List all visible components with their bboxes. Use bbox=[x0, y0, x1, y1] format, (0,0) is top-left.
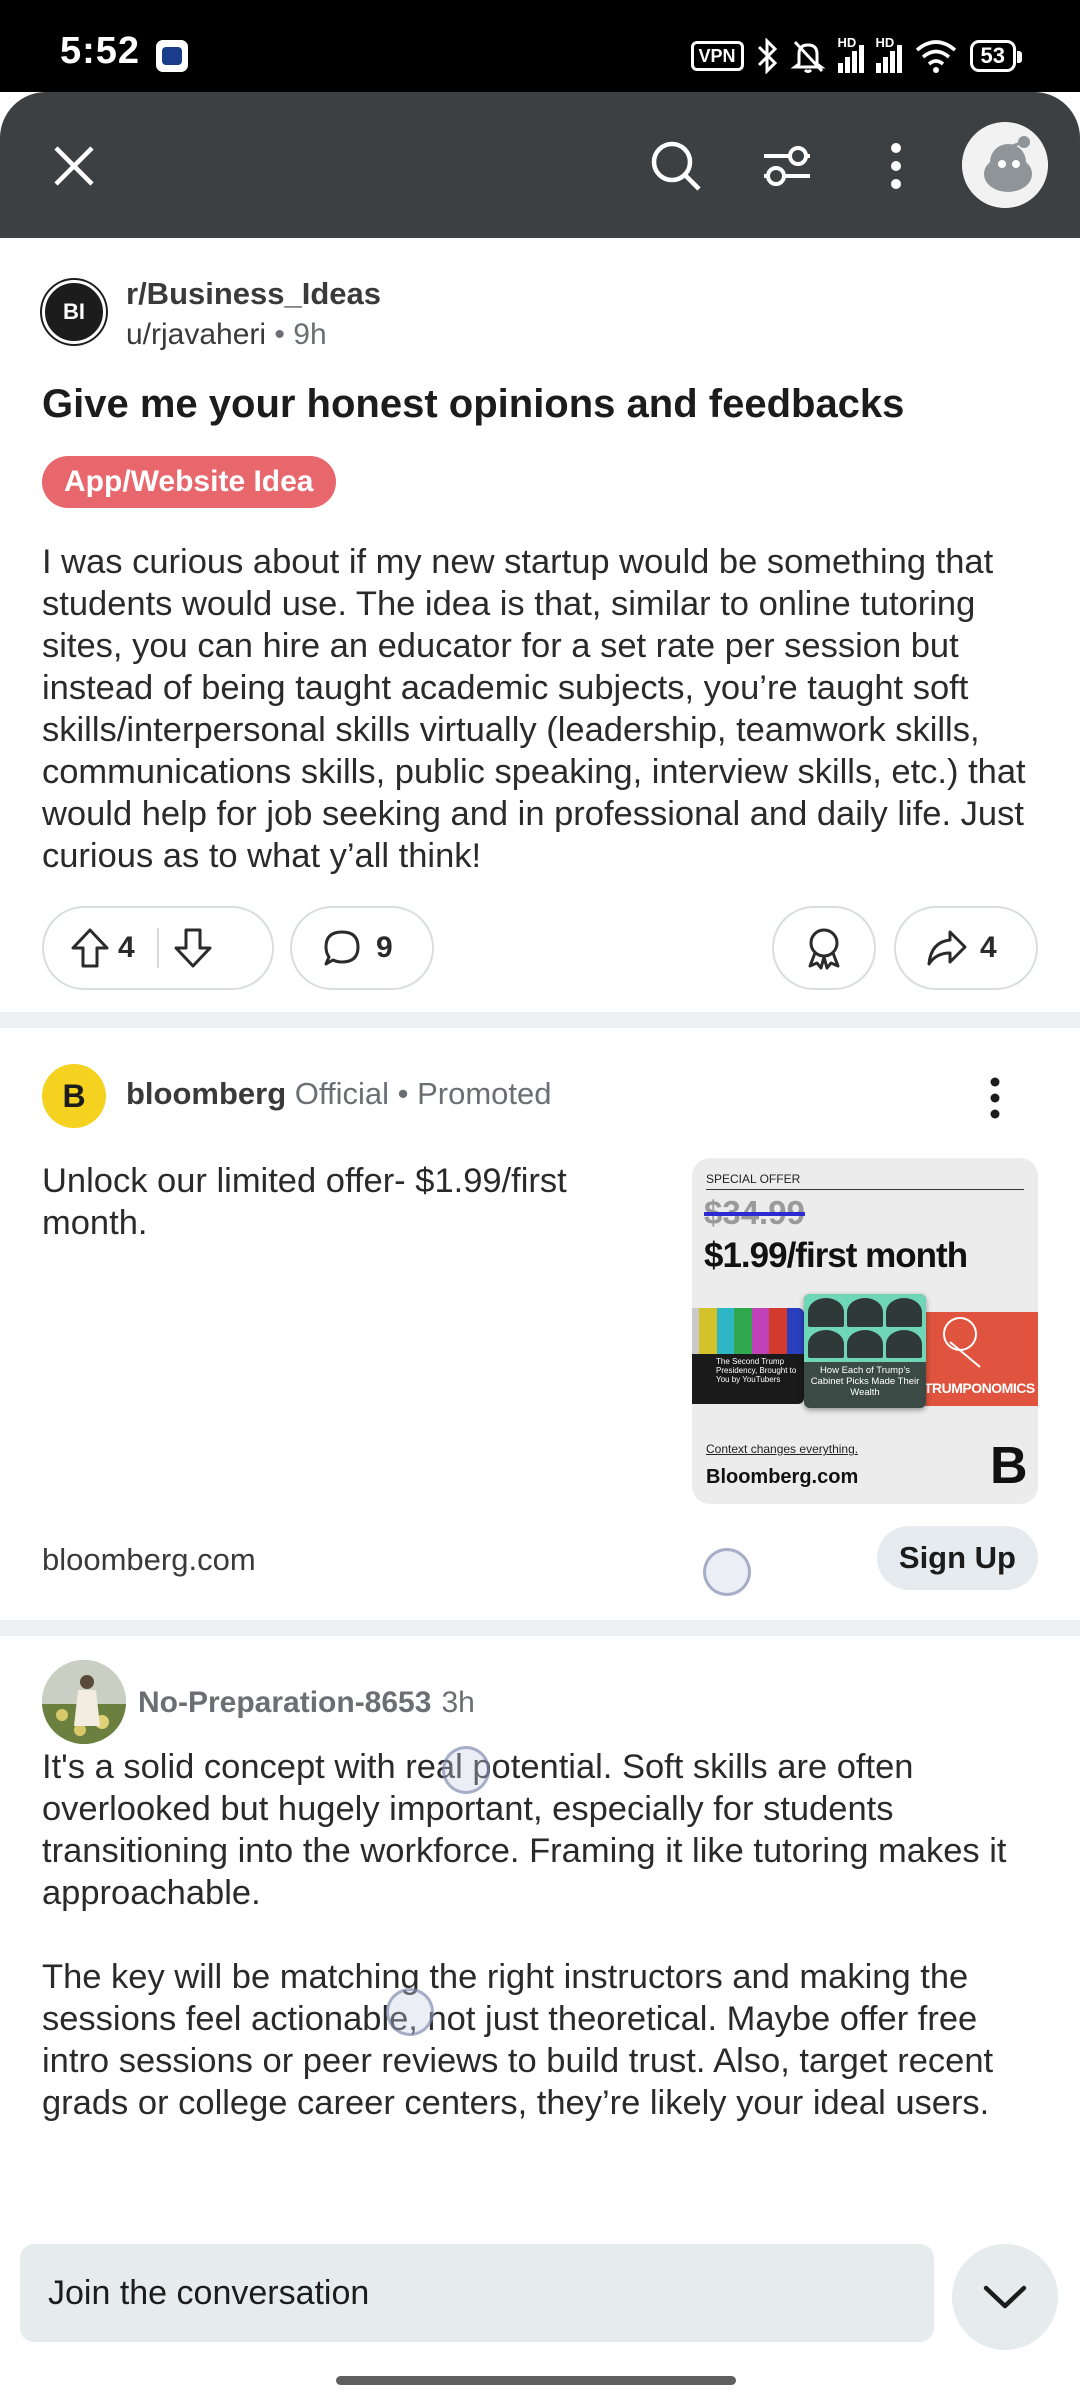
promoted-label: Promoted bbox=[417, 1076, 552, 1111]
home-indicator[interactable] bbox=[336, 2376, 736, 2385]
section-divider bbox=[0, 1620, 1080, 1636]
ad-card-center-text: How Each of Trump’s Cabinet Picks Made T… bbox=[810, 1365, 920, 1398]
battery-icon: 53 bbox=[969, 40, 1023, 72]
ad-image[interactable]: SPECIAL OFFER $34.99 $1.99/first month T… bbox=[692, 1158, 1038, 1504]
app-bar bbox=[0, 92, 1080, 238]
comment-body: It's a solid concept with real potential… bbox=[42, 1746, 1052, 2166]
bloomberg-b-logo: B bbox=[990, 1437, 1028, 1495]
post-meta: u/rjavaheri • 9h bbox=[126, 318, 327, 352]
downvote-icon[interactable] bbox=[173, 927, 213, 969]
wifi-icon bbox=[915, 40, 956, 73]
ad-domain[interactable]: bloomberg.com bbox=[42, 1542, 256, 1578]
subreddit-logo[interactable]: BI bbox=[42, 280, 106, 344]
post-actions: 4 9 4 bbox=[0, 906, 1080, 990]
share-count: 4 bbox=[980, 931, 997, 964]
ad-image-tagline: Context changes everything. bbox=[706, 1442, 859, 1456]
signal-icon-2: HD bbox=[875, 35, 902, 73]
upvote-icon[interactable] bbox=[70, 927, 110, 969]
signal-icon-1: HD bbox=[837, 35, 864, 73]
touch-indicator bbox=[703, 1548, 751, 1596]
chevron-down-icon[interactable] bbox=[952, 2244, 1058, 2350]
meta-separator: • bbox=[274, 318, 285, 351]
ad-new-price: $1.99/first month bbox=[704, 1236, 968, 1275]
vote-divider bbox=[156, 928, 159, 968]
ad-card-right: TRUMPONOMICS bbox=[920, 1312, 1038, 1406]
ad-card-right-text: TRUMPONOMICS bbox=[924, 1380, 1035, 1396]
meta-separator: • bbox=[397, 1076, 409, 1111]
share-button[interactable]: 4 bbox=[894, 906, 1038, 990]
vpn-icon: VPN bbox=[690, 41, 744, 71]
commenter-avatar[interactable] bbox=[42, 1660, 126, 1744]
notification-app-icon bbox=[156, 40, 188, 72]
ad-image-rule bbox=[706, 1189, 1024, 1190]
touch-indicator bbox=[386, 1988, 434, 2036]
comment: No-Preparation-8653 3h It's a solid conce… bbox=[0, 1636, 1080, 2236]
more-vertical-icon[interactable] bbox=[858, 128, 934, 204]
promoted-ad: B bloomberg Official • Promoted Unlock o… bbox=[0, 1030, 1080, 1620]
award-icon bbox=[808, 928, 840, 970]
ad-header: bloomberg Official • Promoted bbox=[126, 1076, 552, 1112]
avatar[interactable] bbox=[962, 122, 1048, 208]
post-flair[interactable]: App/Website Idea bbox=[42, 456, 336, 508]
ad-image-tag: SPECIAL OFFER bbox=[706, 1172, 801, 1186]
comment-paragraph: The key will be matching the right instr… bbox=[42, 1958, 994, 2122]
comment-header: No-Preparation-8653 3h bbox=[138, 1686, 475, 1720]
bluetooth-icon bbox=[757, 38, 777, 74]
close-icon[interactable] bbox=[36, 128, 112, 204]
bottom-bar: Join the conversation bbox=[0, 2230, 1080, 2400]
comment-age: 3h bbox=[441, 1686, 475, 1719]
advertiser-name[interactable]: bloomberg bbox=[126, 1076, 286, 1111]
award-button[interactable] bbox=[772, 906, 876, 990]
official-label: Official bbox=[294, 1076, 389, 1111]
sort-icon[interactable] bbox=[749, 128, 825, 204]
touch-indicator bbox=[442, 1746, 490, 1794]
comment-count: 9 bbox=[376, 931, 393, 964]
ad-image-site: Bloomberg.com bbox=[706, 1466, 859, 1488]
commenter-username[interactable]: No-Preparation-8653 bbox=[138, 1686, 431, 1719]
subreddit-name[interactable]: r/Business_Ideas bbox=[126, 276, 381, 312]
vote-control: 4 bbox=[42, 906, 274, 990]
ad-old-price: $34.99 bbox=[704, 1194, 805, 1231]
ad-text: Unlock our limited offer- $1.99/first mo… bbox=[42, 1162, 567, 1242]
vote-count: 4 bbox=[118, 931, 135, 964]
status-icons: VPN HD HD 53 bbox=[690, 35, 1023, 76]
status-bar: 5:52 VPN HD HD 53 bbox=[0, 0, 1080, 92]
ad-card-left: The Second Trump Presidency, Brought to … bbox=[692, 1308, 804, 1404]
post-title: Give me your honest opinions and feedbac… bbox=[42, 382, 905, 426]
comment-paragraph: It's a solid concept with real potential… bbox=[42, 1748, 1007, 1912]
post-header: BI r/Business_Ideas u/rjavaheri • 9h bbox=[42, 276, 742, 351]
status-time: 5:52 bbox=[60, 30, 141, 72]
share-icon bbox=[927, 930, 967, 966]
comment-icon bbox=[324, 930, 360, 966]
post-author[interactable]: u/rjavaheri bbox=[126, 318, 266, 351]
section-divider bbox=[0, 1012, 1080, 1028]
ad-card-center: How Each of Trump’s Cabinet Picks Made T… bbox=[804, 1294, 926, 1408]
post-body: I was curious about if my new startup wo… bbox=[42, 543, 1026, 875]
ad-more-icon[interactable] bbox=[980, 1076, 1010, 1125]
comments-button[interactable]: 9 bbox=[290, 906, 434, 990]
sign-up-button[interactable]: Sign Up bbox=[876, 1526, 1038, 1590]
bell-off-icon bbox=[790, 40, 826, 73]
join-conversation-input[interactable]: Join the conversation bbox=[20, 2244, 934, 2342]
advertiser-logo[interactable]: B bbox=[42, 1064, 106, 1128]
ad-card-left-text: The Second Trump Presidency, Brought to … bbox=[716, 1357, 797, 1384]
post-age: 9h bbox=[293, 318, 327, 351]
search-icon[interactable] bbox=[638, 128, 714, 204]
